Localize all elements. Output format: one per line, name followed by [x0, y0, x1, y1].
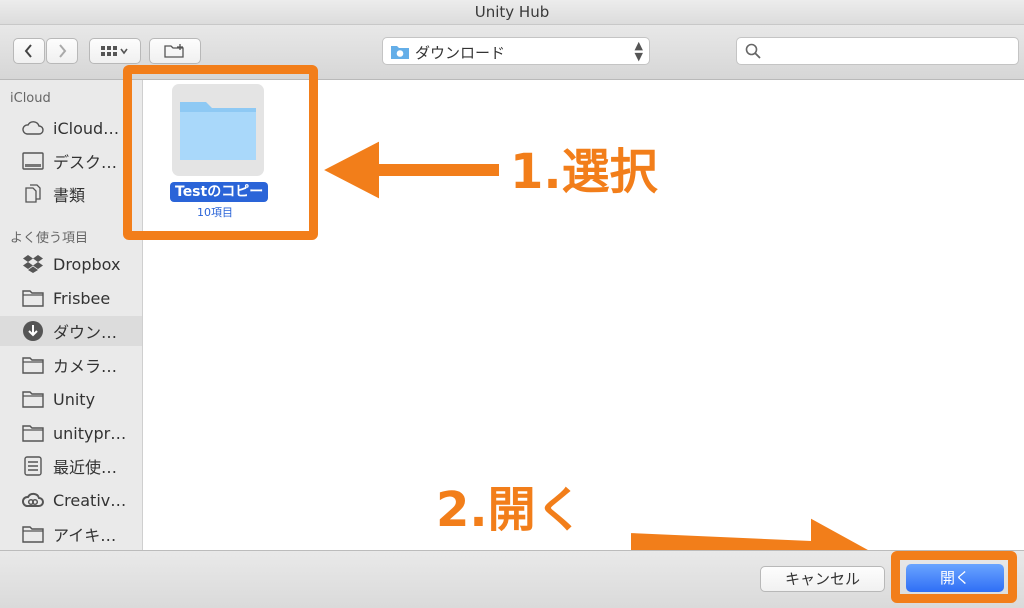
folder-icon — [22, 287, 44, 309]
desktop-icon — [22, 150, 44, 172]
grid-view-icon — [101, 46, 128, 56]
cancel-button[interactable]: キャンセル — [760, 566, 885, 592]
folder-icon — [22, 354, 44, 376]
search-field[interactable] — [736, 37, 1019, 65]
chevron-right-icon — [59, 44, 67, 58]
sidebar-item-frisbee[interactable]: Frisbee — [0, 283, 142, 313]
step1-annotation: 1.選択 — [510, 144, 658, 200]
sidebar-item-camera[interactable]: カメラ… — [0, 350, 142, 380]
downloads-folder-icon — [391, 46, 409, 59]
search-icon — [745, 43, 761, 59]
sidebar-item-recents[interactable]: 最近使… — [0, 451, 142, 481]
sidebar-item-icloud-drive[interactable]: iCloud… — [0, 113, 142, 143]
sidebar-item-dropbox[interactable]: Dropbox — [0, 249, 142, 279]
step2-annotation: 2.開く — [436, 482, 584, 538]
sidebar-section-icloud: iCloud — [10, 91, 51, 106]
download-icon — [22, 320, 44, 342]
location-popup[interactable]: ダウンロード ▲ ▼ — [382, 37, 650, 65]
back-button[interactable] — [13, 38, 45, 64]
sidebar-item-downloads[interactable]: ダウン… — [0, 316, 142, 346]
highlight-selected-folder — [123, 65, 318, 240]
dropbox-icon — [22, 253, 44, 275]
new-folder-icon — [164, 44, 184, 58]
sidebar-item-desktop[interactable]: デスク… — [0, 146, 142, 176]
sidebar-item-unity[interactable]: Unity — [0, 384, 142, 414]
sidebar-item-unityprojects[interactable]: unitypr… — [0, 418, 142, 448]
forward-button[interactable] — [46, 38, 78, 64]
creative-cloud-icon — [22, 489, 44, 511]
highlight-open-button — [891, 551, 1017, 603]
new-folder-button[interactable] — [149, 38, 201, 64]
view-mode-button[interactable] — [89, 38, 141, 64]
popup-arrows-icon: ▲ ▼ — [634, 39, 643, 63]
cloud-icon — [22, 117, 44, 139]
sidebar-item-creative-cloud[interactable]: Creativ… — [0, 485, 142, 515]
folder-icon — [22, 422, 44, 444]
document-icon — [22, 183, 44, 205]
folder-icon — [22, 523, 44, 545]
sidebar-section-favorites: よく使う項目 — [10, 231, 89, 246]
folder-icon — [22, 388, 44, 410]
recents-icon — [22, 455, 44, 477]
sidebar-item-icons[interactable]: アイキ… — [0, 519, 142, 549]
sidebar: iCloud iCloud… デスク… 書類 よく使う項目 Dropbox Fr… — [0, 80, 143, 550]
window-title: Unity Hub — [0, 0, 1024, 25]
chevron-left-icon — [24, 44, 32, 58]
sidebar-item-documents[interactable]: 書類 — [0, 179, 142, 209]
location-label: ダウンロード — [415, 44, 506, 62]
